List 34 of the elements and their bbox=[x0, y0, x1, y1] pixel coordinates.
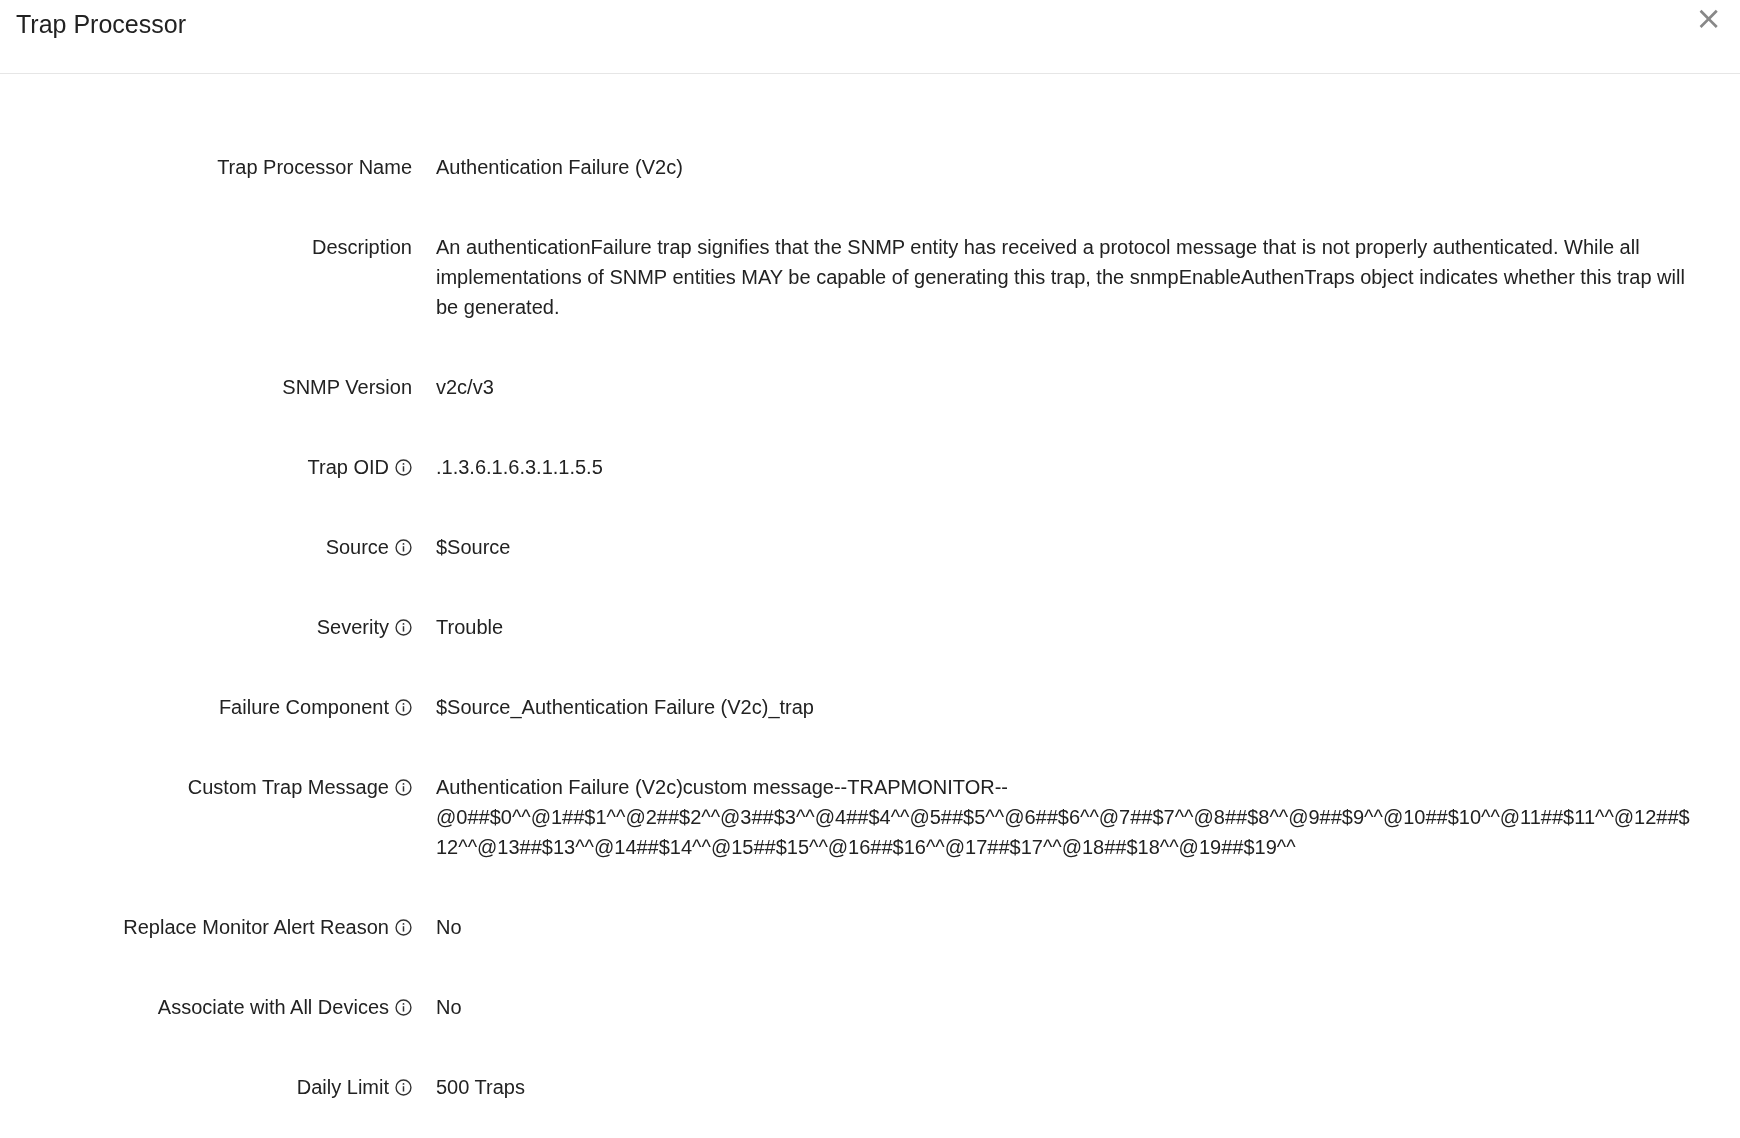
info-icon[interactable] bbox=[395, 998, 412, 1016]
field-value: @0##$0^^@1##$1^^@2##$2^^@3##$3^^@4##$4^^@5##$5^^@6##$6^^@7##$7^^@8##$8^^@9##$9^^@10##$10^^@11##$11^^@12##$ bbox=[436, 805, 1691, 830]
field-value: Authentication Failure (V2c) bbox=[436, 155, 684, 180]
field-value: Authentication Failure (V2c)custom message--TRAPMONITOR-- bbox=[436, 775, 1009, 800]
field-value: v2c/v3 bbox=[436, 375, 495, 400]
window-title: Trap Processor bbox=[16, 10, 186, 39]
info-icon[interactable] bbox=[395, 618, 412, 636]
field-label: SNMP Version bbox=[282, 375, 412, 399]
field-label: Replace Monitor Alert Reason bbox=[123, 915, 389, 939]
info-icon[interactable] bbox=[395, 698, 412, 716]
info-icon[interactable] bbox=[395, 778, 412, 796]
field-label: Trap Processor Name bbox=[217, 155, 412, 179]
field-label: Severity bbox=[316, 615, 389, 639]
field-label: Description bbox=[311, 235, 412, 259]
field-value: An authenticationFailure trap signifies that the SNMP entity has received a protocol message that is not properly authenticated. While all implementations of SNMP entities MAY be capable of generating this trap, the snmpEnableAuthenTraps object indicates whether this trap will be generated. bbox=[436, 235, 1686, 320]
field-value: $Source bbox=[436, 535, 512, 560]
field-value: .1.3.6.1.6.3.1.1.5.5 bbox=[436, 455, 604, 480]
field-value: No bbox=[436, 915, 463, 940]
field-label: Trap OID bbox=[307, 455, 389, 479]
info-icon[interactable] bbox=[395, 458, 412, 476]
field-value: 500 Traps bbox=[436, 1075, 526, 1100]
info-icon[interactable] bbox=[395, 918, 412, 936]
field-value: $Source_Authentication Failure (V2c)_trap bbox=[436, 695, 815, 721]
field-label: Source bbox=[325, 535, 389, 559]
field-label: Custom Trap Message bbox=[187, 775, 389, 799]
field-label: Associate with All Devices bbox=[157, 995, 389, 1019]
field-value: No bbox=[436, 995, 463, 1020]
info-icon[interactable] bbox=[395, 1078, 412, 1096]
info-icon[interactable] bbox=[395, 538, 412, 556]
field-value: 12^^@13##$13^^@14##$14^^@15##$15^^@16##$16^^@17##$17^^@18##$18^^@19##$19^^ bbox=[436, 835, 1297, 860]
close-button[interactable]: × bbox=[1691, 2, 1726, 34]
field-label: Failure Component bbox=[218, 695, 389, 719]
field-value: Trouble bbox=[436, 615, 505, 640]
field-label: Daily Limit bbox=[296, 1075, 389, 1099]
